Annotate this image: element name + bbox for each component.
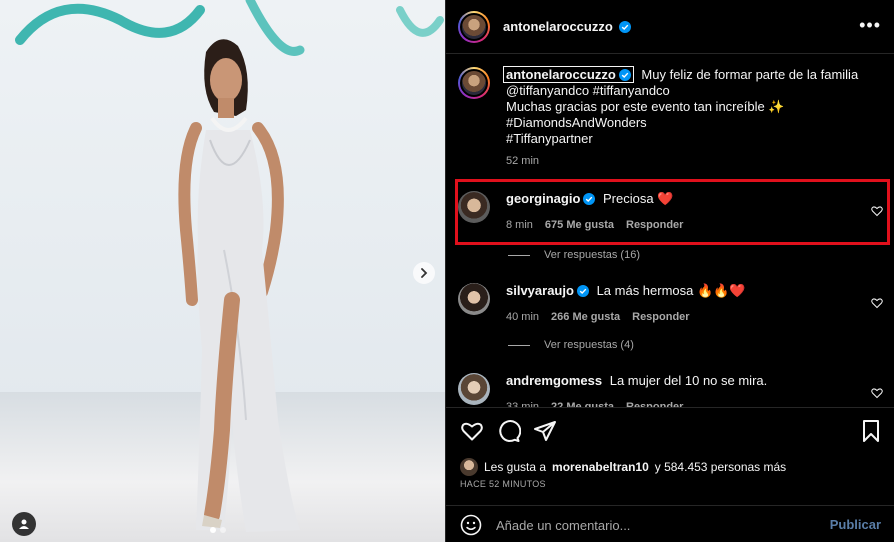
post-timestamp: HACE 52 MINUTOS: [460, 479, 546, 489]
highlight-box: [455, 179, 890, 245]
comment-likes[interactable]: 266 Me gusta: [551, 309, 620, 325]
verified-badge-icon: [619, 21, 632, 33]
carousel-dot: [220, 527, 226, 533]
more-options-button[interactable]: •••: [859, 16, 881, 34]
caption-hashtag[interactable]: #DiamondsAndWonders: [506, 115, 866, 131]
woman-in-dress-figure: [178, 39, 300, 532]
replies-divider: [508, 254, 530, 256]
post-side-panel: antonelaroccuzzo ••• antonelaroccuzzo Mu…: [445, 0, 894, 542]
replies-divider: [508, 344, 530, 346]
commenter-username[interactable]: andremgomess: [506, 373, 602, 388]
view-replies-label: Ver respuestas (4): [544, 339, 634, 351]
like-comment-icon[interactable]: [871, 297, 883, 309]
person-icon: [19, 519, 29, 529]
comment-likes[interactable]: 22 Me gusta: [551, 399, 614, 407]
view-replies-button[interactable]: Ver respuestas (4): [508, 339, 634, 351]
comment-input[interactable]: [496, 515, 816, 535]
post-photo[interactable]: [0, 0, 445, 542]
bookmark-icon[interactable]: [859, 419, 883, 443]
comment-text: La más hermosa 🔥🔥❤️: [596, 283, 746, 298]
caption-line[interactable]: @tiffanyandco #tiffanyandco: [506, 83, 866, 99]
comment-composer: Publicar: [446, 505, 894, 542]
caption-time: 52 min: [506, 155, 540, 167]
caption-line: Muy feliz de formar parte de la familia: [641, 67, 859, 82]
caption-author-avatar[interactable]: [458, 67, 490, 99]
post-header: antonelaroccuzzo •••: [446, 0, 894, 54]
caption-hashtag[interactable]: #Tiffanypartner: [506, 131, 866, 147]
publish-button[interactable]: Publicar: [830, 517, 881, 532]
carousel-dot-active: [210, 527, 216, 533]
carousel-indicator: [210, 527, 226, 533]
comment-icon[interactable]: [497, 419, 521, 443]
like-comment-icon[interactable]: [871, 387, 883, 399]
verified-badge-icon: [618, 69, 631, 81]
commenter-avatar[interactable]: [458, 283, 490, 315]
view-replies-label: Ver respuestas (16): [544, 249, 640, 261]
tagged-users-button[interactable]: [12, 512, 36, 536]
next-photo-button[interactable]: [413, 262, 435, 284]
comment-text: La mujer del 10 no se mira.: [609, 373, 768, 388]
reply-button[interactable]: Responder: [626, 399, 683, 407]
comment-time: 33 min: [506, 401, 540, 407]
likes-count[interactable]: y 584.453 personas más: [655, 460, 786, 474]
heart-icon[interactable]: [460, 419, 484, 443]
chevron-right-icon: [421, 268, 428, 278]
likes-summary[interactable]: Les gusta a morenabeltran10 y 584.453 pe…: [460, 458, 786, 476]
post-actions: Les gusta a morenabeltran10 y 584.453 pe…: [446, 407, 894, 542]
commenter-username[interactable]: silvyaraujo: [506, 283, 589, 298]
likes-prefix: Les gusta a: [484, 460, 547, 474]
caption-line: Muchas gracias por este evento tan incre…: [506, 99, 785, 114]
reply-button[interactable]: Responder: [632, 309, 689, 325]
verified-badge-icon: [576, 285, 589, 297]
liker-username[interactable]: morenabeltran10: [552, 460, 649, 474]
share-icon[interactable]: [533, 419, 557, 443]
comment-time: 40 min: [506, 311, 540, 323]
commenter-avatar[interactable]: [458, 373, 490, 405]
author-avatar[interactable]: [458, 11, 490, 43]
caption-author-username[interactable]: antonelaroccuzzo: [503, 66, 634, 83]
view-replies-button[interactable]: Ver respuestas (16): [508, 249, 640, 261]
author-username[interactable]: antonelaroccuzzo: [503, 19, 632, 34]
liker-avatar: [460, 458, 478, 476]
emoji-icon[interactable]: [460, 514, 482, 536]
